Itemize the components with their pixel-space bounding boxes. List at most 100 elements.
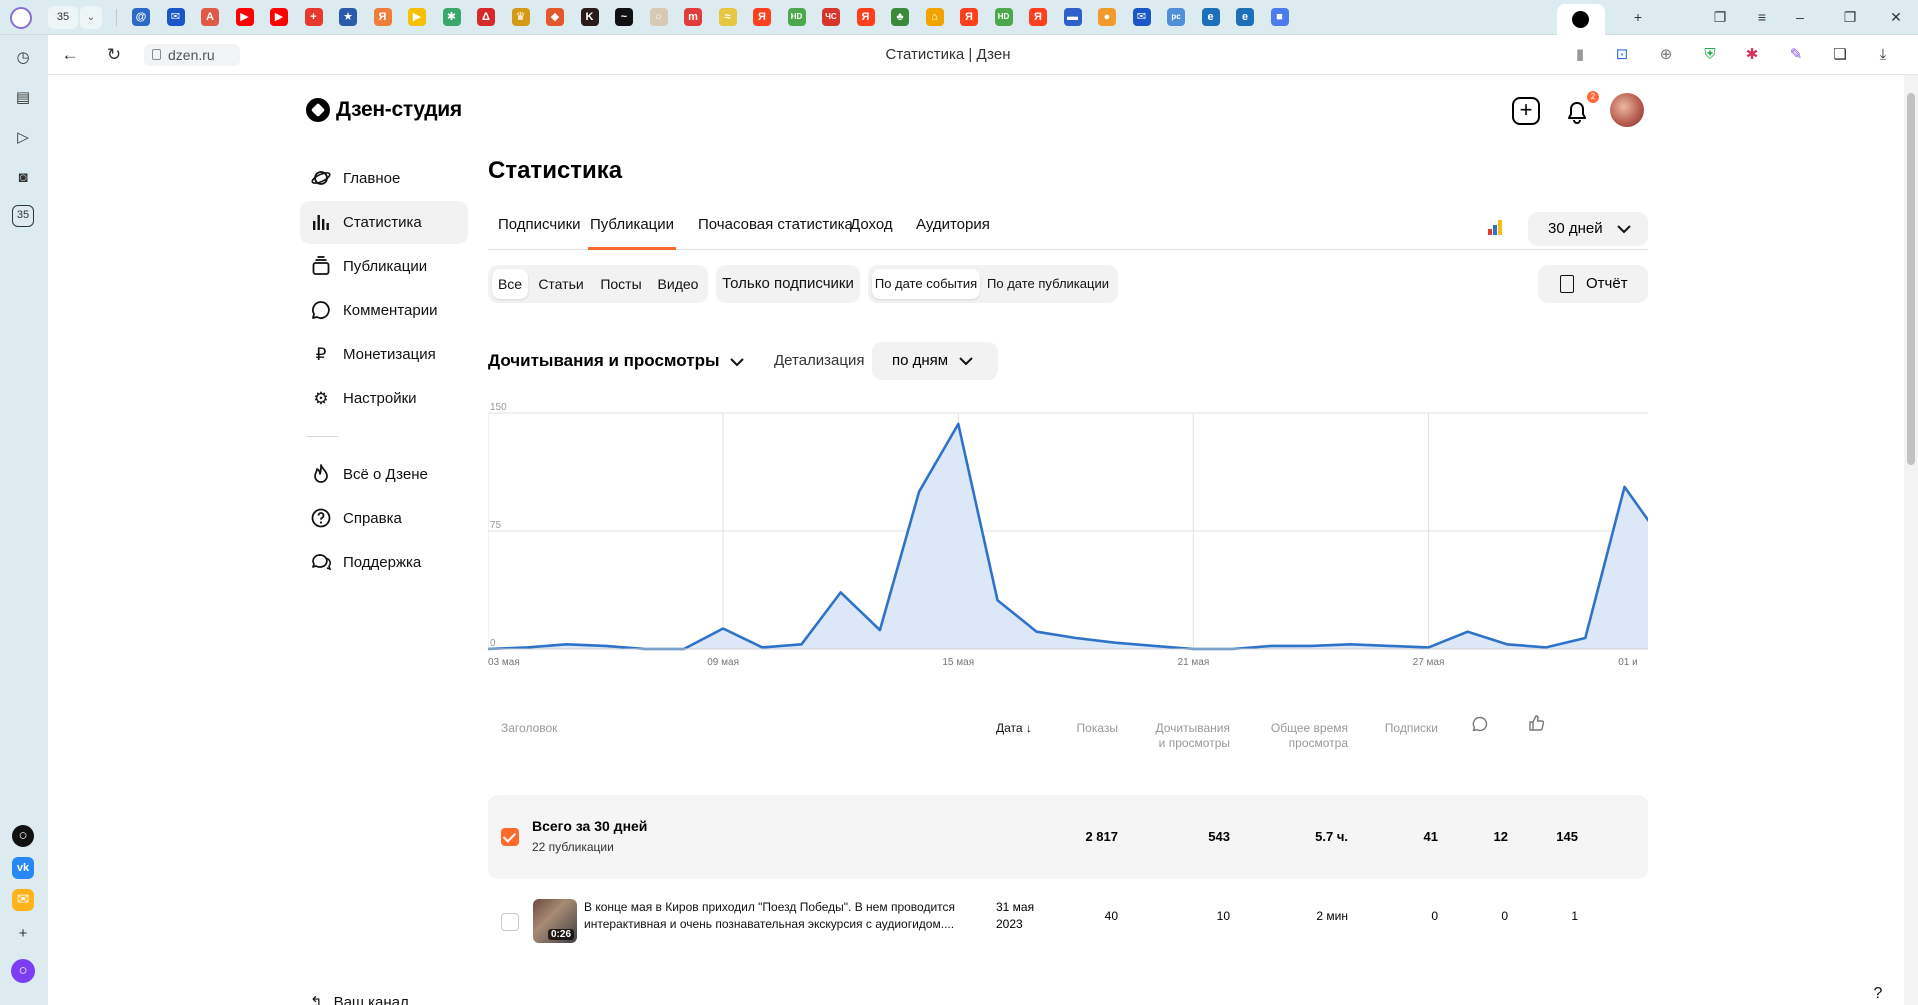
video-thumbnail[interactable]: 0:26 (533, 899, 577, 943)
chs-favicon-icon[interactable]: ЧС (822, 8, 840, 26)
extension-badge-icon[interactable]: ⊡ (1611, 44, 1633, 66)
mt-favicon-icon[interactable]: m (684, 8, 702, 26)
sidebar-item-settings[interactable]: ⚙ Настройки (300, 377, 468, 420)
row-checkbox[interactable] (501, 913, 519, 931)
shield-favicon-icon[interactable]: ◆ (546, 8, 564, 26)
hd-favicon-icon[interactable]: HD (787, 8, 806, 26)
mail-envelope-icon[interactable]: ✉ (12, 889, 34, 911)
shield-check-icon[interactable]: ⛨ (1699, 44, 1721, 66)
bookmarks-panel-icon[interactable]: ❐ (1708, 6, 1732, 28)
home-favicon-icon[interactable]: ⌂ (925, 8, 944, 26)
tab-income[interactable]: Доход (850, 207, 893, 250)
messenger-icon[interactable]: ○ (12, 825, 34, 847)
sidebar-item-about-dzen[interactable]: Всё о Дзене (300, 453, 468, 496)
report-button[interactable]: Отчёт (1538, 265, 1648, 303)
flag-ru-favicon-icon[interactable]: ▬ (1063, 8, 1082, 26)
ya-favicon-icon[interactable]: Я (1029, 8, 1047, 26)
collections-icon[interactable]: ❏ (1829, 44, 1851, 66)
sidebar-item-main[interactable]: Главное (300, 157, 468, 200)
triangle-favicon-icon[interactable]: Δ (477, 8, 495, 26)
vk-icon[interactable]: vk (12, 857, 34, 879)
sidebar-item-publications[interactable]: Публикации (300, 245, 468, 288)
restore-icon[interactable]: ❐ (1838, 6, 1862, 28)
bookmark-icon[interactable]: ▮ (1569, 44, 1591, 66)
reload-icon[interactable]: ↻ (102, 44, 126, 66)
help-question-icon[interactable]: ? (1864, 980, 1892, 1005)
globe-icon[interactable]: ⊕ (1655, 44, 1677, 66)
date-mode-event[interactable]: По дате события (872, 269, 980, 299)
filter-articles[interactable]: Статьи (532, 269, 590, 299)
sidebar-item-support[interactable]: Поддержка (300, 541, 468, 584)
colored-bars-icon[interactable] (1488, 219, 1506, 235)
tab-hourly-stats[interactable]: Почасовая статистика (698, 207, 853, 250)
date-mode-publication[interactable]: По дате публикации (982, 269, 1114, 299)
ya-favicon-icon[interactable]: Я (856, 8, 875, 26)
table-row[interactable]: 0:26 В конце мая в Киров приходил "Поезд… (488, 889, 1648, 949)
sidebar-item-monetization[interactable]: ₽ Монетизация (300, 333, 468, 376)
col-reads[interactable]: Дочитывания и просмотры (1128, 721, 1231, 751)
play-yellow-favicon-icon[interactable]: ▶ (408, 8, 426, 26)
col-subscriptions[interactable]: Подписки (1348, 721, 1438, 736)
mail-favicon-icon[interactable]: ✉ (166, 8, 185, 26)
create-publication-button[interactable]: + (1512, 97, 1540, 125)
wave-favicon-icon[interactable]: ~ (615, 8, 633, 26)
menu-hamburger-icon[interactable]: ≡ (1750, 6, 1774, 28)
col-watch-time[interactable]: Общее время просмотра (1248, 721, 1348, 751)
filter-video[interactable]: Видео (652, 269, 704, 299)
tab-audience[interactable]: Аудитория (916, 207, 990, 250)
tree-favicon-icon[interactable]: ♣ (891, 8, 909, 26)
history-clock-icon[interactable]: ◷ (10, 45, 36, 71)
row-title[interactable]: В конце мая в Киров приходил "Поезд Побе… (584, 899, 955, 933)
pen-icon[interactable]: ✎ (1785, 44, 1807, 66)
tab-count-badge[interactable]: 35 (48, 6, 78, 29)
youtube-favicon-icon[interactable]: ▶ (270, 8, 288, 26)
edge-favicon-icon[interactable]: e (1201, 8, 1220, 26)
alice-assistant-icon[interactable]: ○ (11, 959, 35, 983)
pcb-favicon-icon[interactable]: pc (1167, 8, 1185, 26)
avatar[interactable] (1610, 93, 1644, 127)
tab-publications[interactable]: Публикации (588, 207, 676, 250)
camera-icon[interactable]: ◙ (10, 165, 36, 191)
back-arrow-icon[interactable]: ← (58, 44, 82, 66)
sidebar-item-comments[interactable]: Комментарии (300, 289, 468, 332)
url-field[interactable]: dzen.ru (144, 44, 240, 66)
scrollbar-thumb[interactable] (1907, 93, 1915, 465)
ya-favicon-icon[interactable]: Я (753, 8, 771, 26)
youtube-favicon-icon[interactable]: ▶ (235, 8, 254, 26)
tab-subscribers[interactable]: Подписчики (498, 207, 581, 250)
page-scrollbar[interactable] (1904, 75, 1918, 1005)
col-impressions[interactable]: Показы (1036, 721, 1118, 736)
select-all-checkbox[interactable] (501, 828, 519, 846)
dzen-studio-logo[interactable]: Дзен-студия (306, 95, 462, 125)
filter-all[interactable]: Все (492, 269, 528, 299)
detail-dropdown[interactable]: по дням (872, 342, 998, 380)
minimize-icon[interactable]: – (1788, 6, 1812, 28)
mail-ru-favicon-icon[interactable]: @ (132, 8, 150, 26)
browser-profile-icon[interactable] (10, 7, 32, 29)
filter-posts[interactable]: Посты (594, 269, 648, 299)
col-title[interactable]: Заголовок (501, 721, 557, 736)
col-date[interactable]: Дата ↓ (996, 721, 1032, 736)
star-favicon-icon[interactable]: ★ (339, 8, 357, 26)
tabs-counter[interactable]: 35 (12, 205, 34, 227)
subscribers-only-toggle[interactable]: Только подписчики (716, 265, 860, 303)
new-tab-plus-icon[interactable]: + (1626, 6, 1650, 28)
doc-favicon-icon[interactable]: A (201, 8, 219, 26)
ya-favicon-icon[interactable]: Я (960, 8, 978, 26)
sidebar-item-your-channel[interactable]: ↰ Ваш канал (310, 993, 409, 1005)
sidebar-item-statistics[interactable]: Статистика (300, 201, 468, 244)
tab-active[interactable] (1557, 4, 1605, 35)
tab-list-chevron-icon[interactable]: ⌄ (80, 6, 102, 29)
col-likes-thumb-icon[interactable] (1524, 715, 1548, 736)
yellow-favicon-icon[interactable]: ≈ (718, 8, 737, 26)
video-play-icon[interactable]: ▷ (10, 125, 36, 151)
orange-blob-favicon-icon[interactable]: ● (1098, 8, 1116, 26)
green-star-favicon-icon[interactable]: ✱ (442, 8, 461, 26)
period-dropdown[interactable]: 30 дней (1528, 212, 1648, 246)
close-icon[interactable]: ✕ (1884, 6, 1908, 28)
crown-favicon-icon[interactable]: ♛ (511, 8, 530, 26)
hd-favicon-icon[interactable]: HD (994, 8, 1013, 26)
sidebar-item-help[interactable]: Справка (300, 497, 468, 540)
extension-star-icon[interactable]: ✱ (1741, 44, 1763, 66)
plus-red-favicon-icon[interactable]: + (304, 8, 323, 26)
